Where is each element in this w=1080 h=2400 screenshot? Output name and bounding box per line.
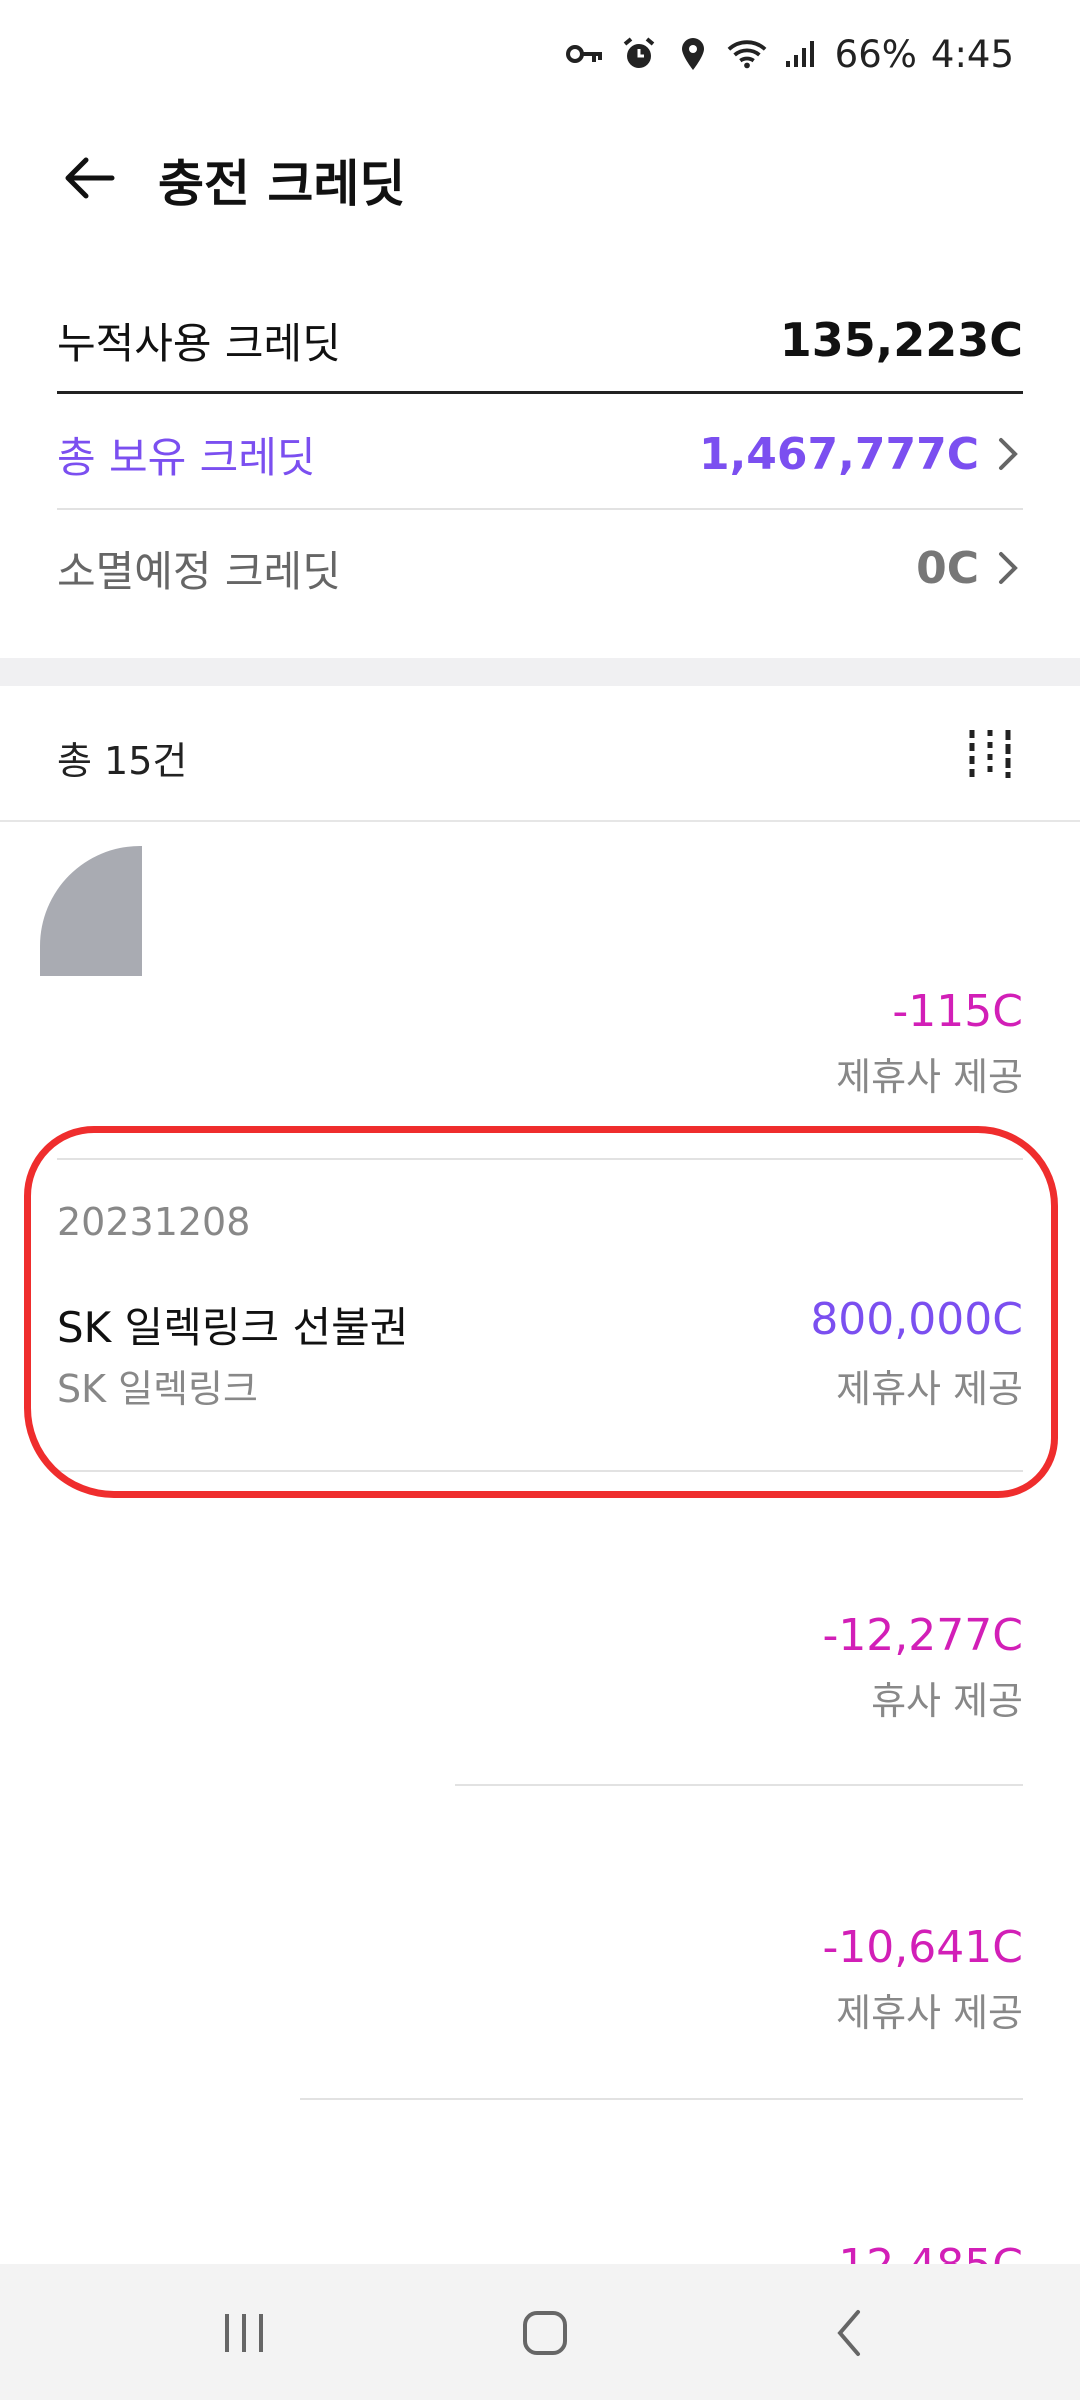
- app-bar: 충전 크레딧: [0, 120, 1080, 230]
- list-item[interactable]: -12,485C: [0, 2100, 1080, 2291]
- section-divider: [0, 658, 1080, 686]
- total-count: 총 15건: [57, 739, 188, 783]
- item-provider: 제휴사 제공: [836, 1055, 1023, 1099]
- page-title: 충전 크레딧: [158, 155, 406, 213]
- chevron-right-icon: [999, 438, 1018, 470]
- used-credit-value: 135,223C: [779, 313, 1023, 367]
- nav-back-button[interactable]: [810, 2298, 890, 2368]
- divider: [57, 508, 1023, 510]
- divider: [57, 391, 1023, 394]
- arrow-left-icon: [65, 157, 115, 199]
- list-item[interactable]: -12,277C 휴사 제공: [0, 1474, 1080, 1784]
- home-icon: [523, 2311, 567, 2355]
- alarm-icon: [619, 34, 659, 74]
- item-amount: -12,277C: [822, 1610, 1023, 1661]
- nav-back-icon: [837, 2310, 860, 2356]
- item-amount: -115C: [892, 986, 1023, 1037]
- red-highlight-annotation: [24, 1126, 1058, 1498]
- item-amount: -10,641C: [822, 1922, 1023, 1973]
- filter-sliders-icon: [969, 730, 1011, 778]
- expiring-credit-value: 0C: [916, 542, 979, 594]
- clock-time: 4:45: [930, 32, 1014, 76]
- used-credit-label: 누적사용 크레딧: [57, 318, 341, 368]
- expiring-credit-value-wrap: 0C: [916, 543, 1023, 594]
- home-button[interactable]: [505, 2298, 585, 2368]
- expiring-credit-label: 소멸예정 크레딧: [57, 546, 341, 596]
- recent-apps-button[interactable]: [204, 2298, 284, 2368]
- item-provider: 휴사 제공: [871, 1679, 1023, 1723]
- credit-page: 66% 4:45 충전 크레딧 누적사용 크레딧 135,223C 총 보유 크…: [0, 0, 1080, 2400]
- wifi-icon: [727, 34, 767, 74]
- total-credit-value: 1,467,777C: [698, 428, 979, 480]
- back-button[interactable]: [50, 138, 130, 218]
- total-credit-row[interactable]: 총 보유 크레딧 1,467,777C: [57, 414, 1023, 494]
- list-item[interactable]: -115C 제휴사 제공: [0, 820, 1080, 1160]
- status-bar: 66% 4:45: [0, 0, 1080, 108]
- recent-apps-icon: [225, 2314, 263, 2352]
- used-credit-row: 누적사용 크레딧 135,223C: [57, 300, 1023, 380]
- list-header: 총 15건: [0, 686, 1080, 822]
- filter-button[interactable]: [960, 724, 1020, 784]
- system-nav-bar: [0, 2264, 1080, 2400]
- location-icon: [673, 34, 713, 74]
- signal-icon: [781, 34, 821, 74]
- battery-percent: 66%: [834, 32, 917, 76]
- item-provider: 제휴사 제공: [836, 1991, 1023, 2035]
- status-icons: 66% 4:45: [565, 30, 1014, 78]
- total-credit-value-wrap: 1,467,777C: [699, 429, 1023, 480]
- key-icon: [565, 34, 605, 74]
- total-credit-label: 총 보유 크레딧: [57, 432, 316, 482]
- list-item[interactable]: -10,641C 제휴사 제공: [0, 1786, 1080, 2098]
- chevron-right-icon: [999, 552, 1018, 584]
- expiring-credit-row[interactable]: 소멸예정 크레딧 0C: [57, 528, 1023, 608]
